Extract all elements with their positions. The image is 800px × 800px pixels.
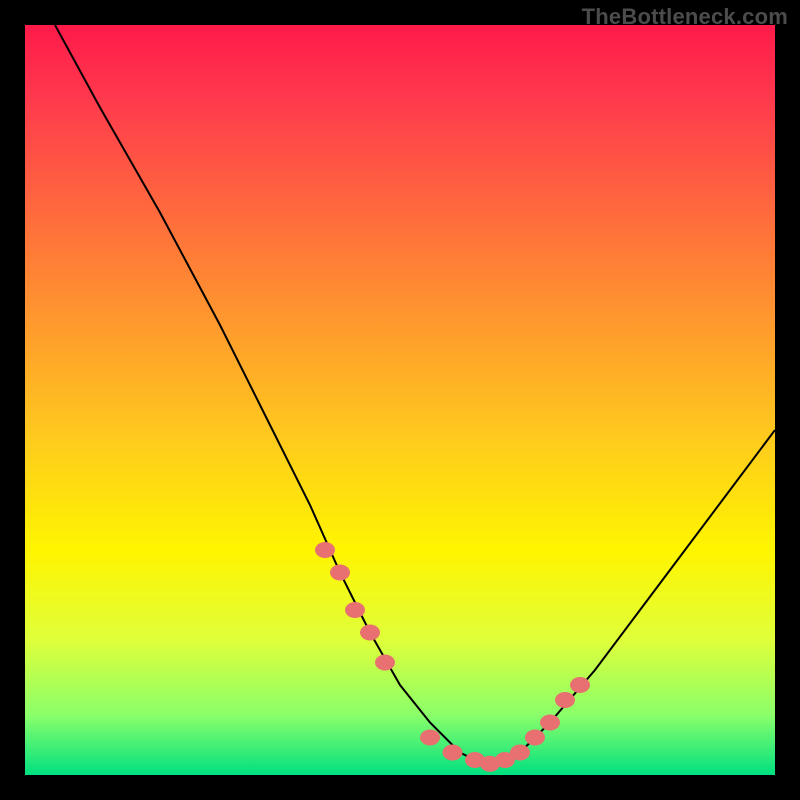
chart-overlay: [25, 25, 775, 775]
data-marker: [510, 745, 530, 761]
data-marker: [345, 602, 365, 618]
bottleneck-curve: [55, 25, 775, 764]
data-markers: [315, 542, 590, 772]
data-marker: [525, 730, 545, 746]
chart-container: TheBottleneck.com: [0, 0, 800, 800]
data-marker: [570, 677, 590, 693]
data-marker: [555, 692, 575, 708]
data-marker: [330, 565, 350, 581]
data-marker: [420, 730, 440, 746]
watermark-text: TheBottleneck.com: [582, 4, 788, 30]
data-marker: [540, 715, 560, 731]
data-marker: [375, 655, 395, 671]
data-marker: [360, 625, 380, 641]
data-marker: [443, 745, 463, 761]
data-marker: [315, 542, 335, 558]
